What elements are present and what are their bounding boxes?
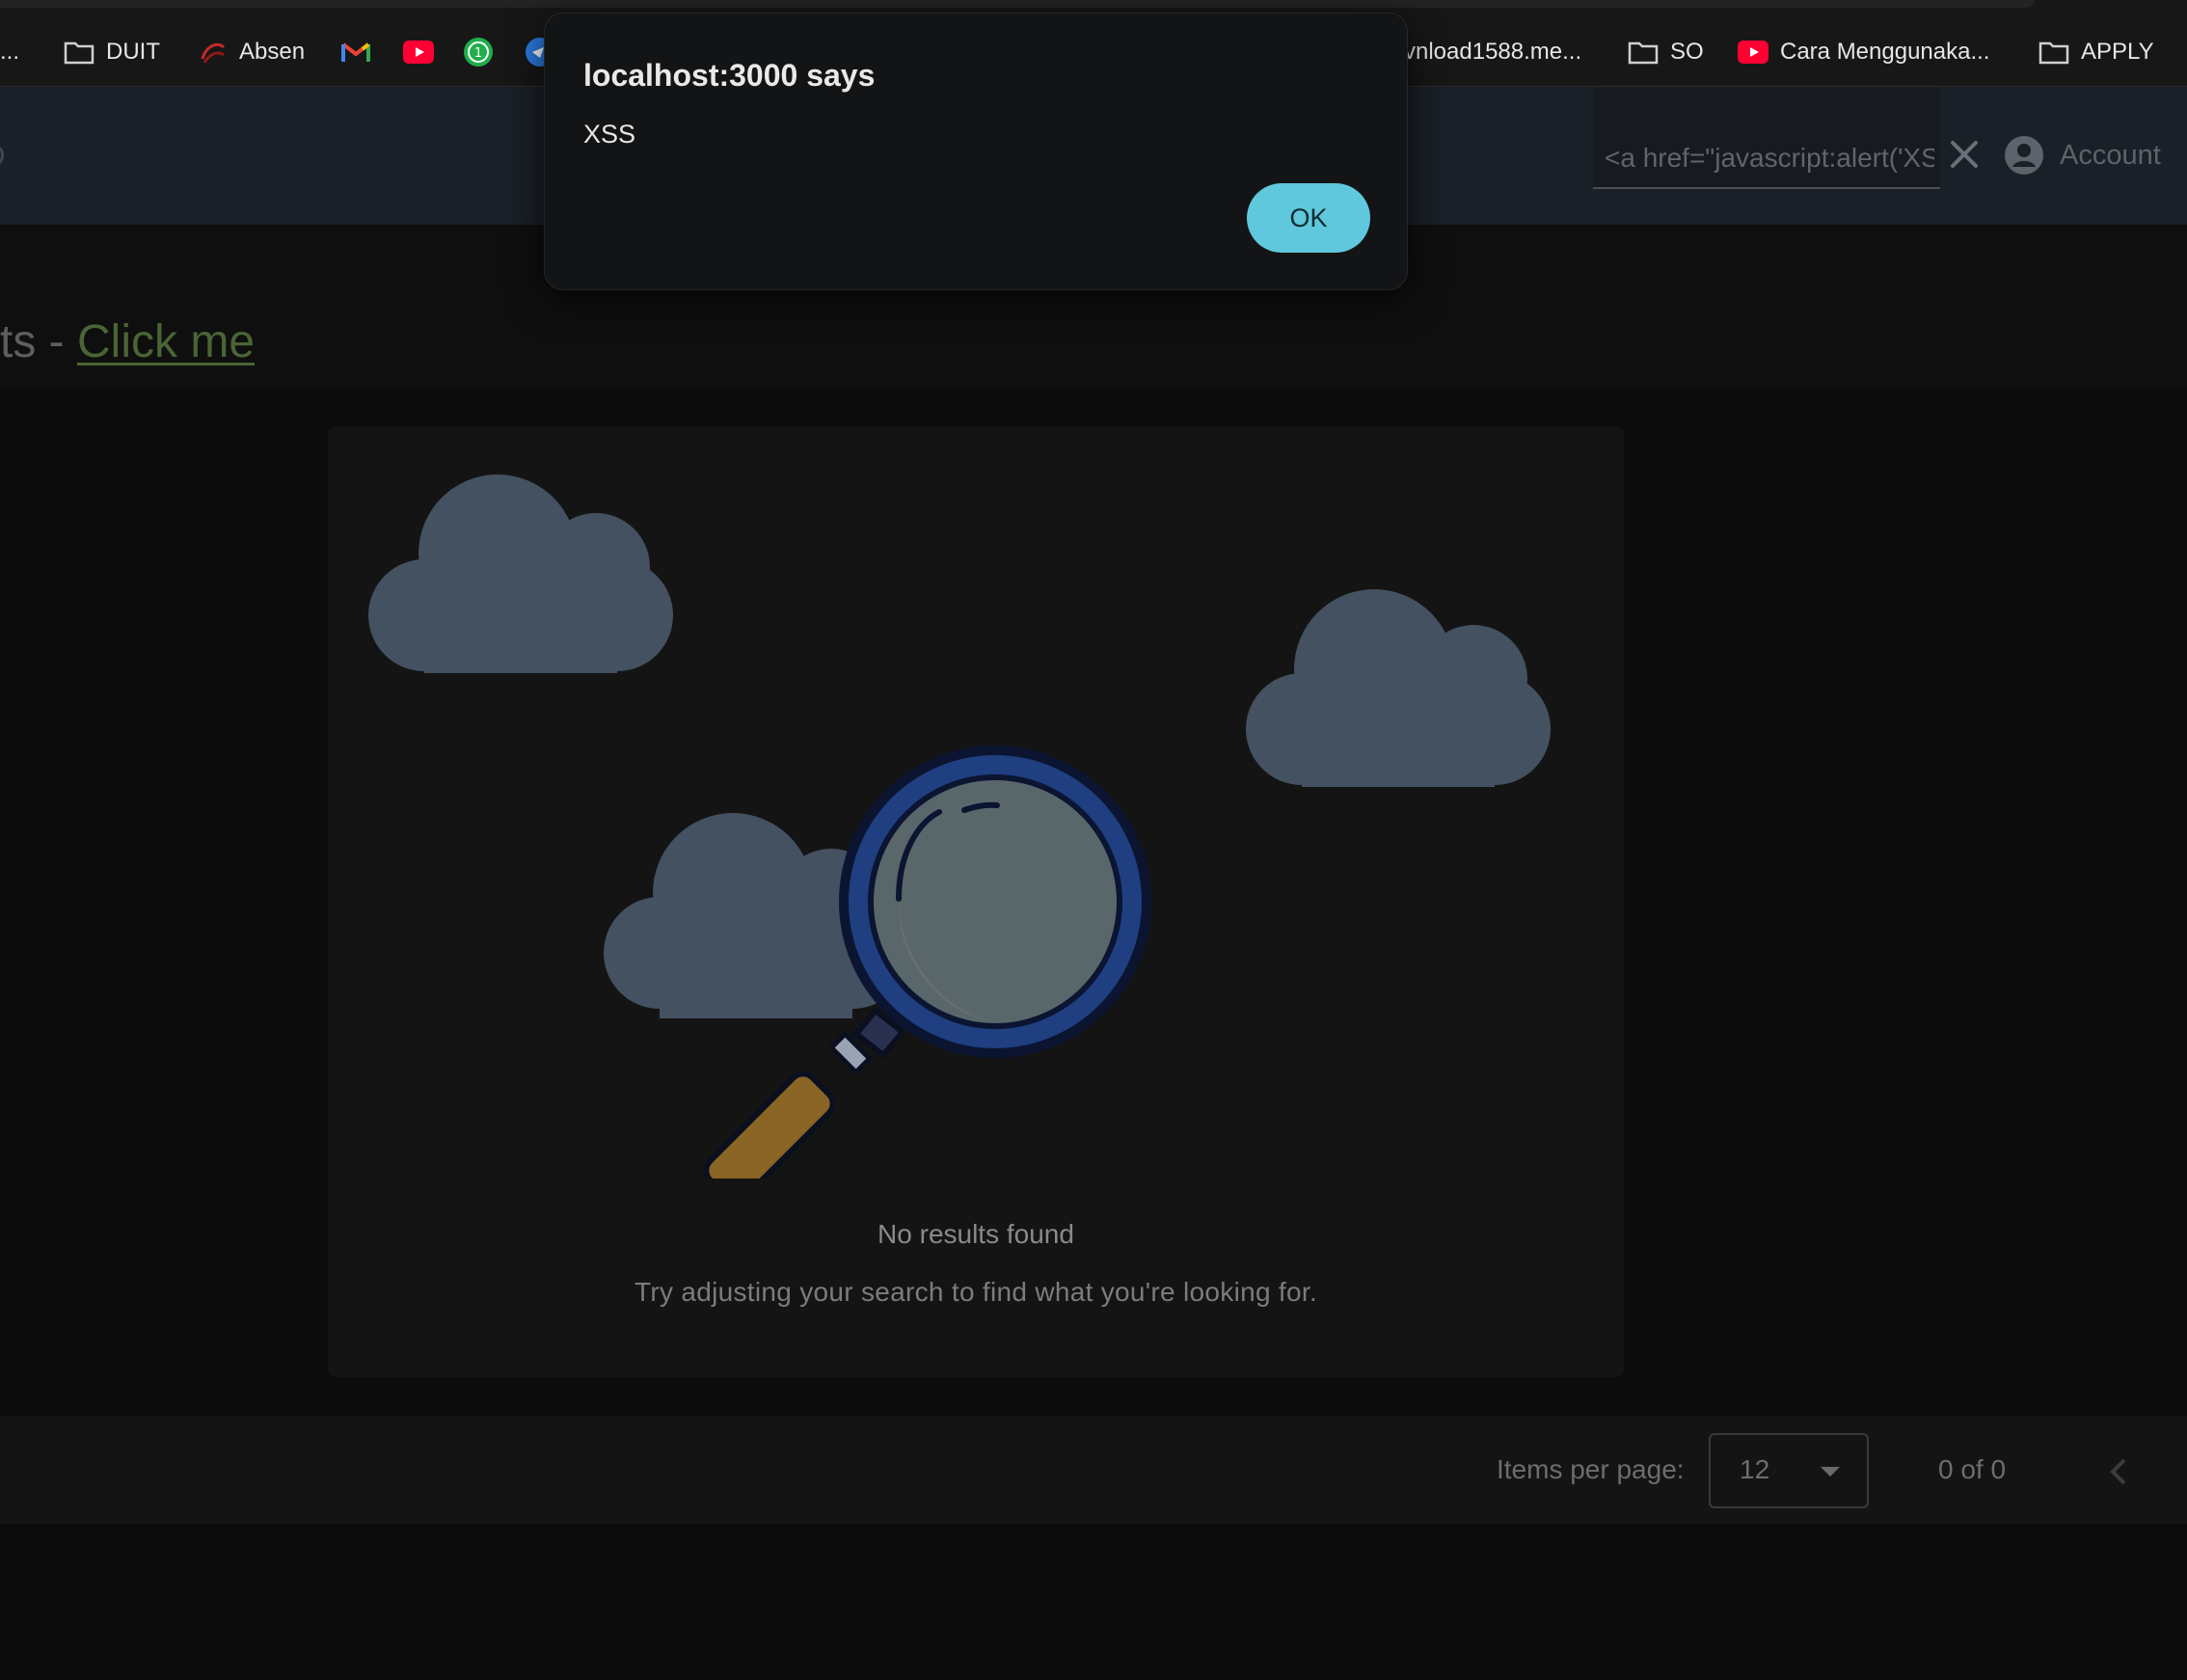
bookmark-youtube[interactable]: [403, 34, 434, 70]
folder-icon: [1628, 41, 1659, 65]
empty-state-title: No results found: [878, 1219, 1074, 1249]
cloud-icon: [1246, 589, 1551, 787]
folder-icon: [2038, 41, 2069, 65]
account-circle-icon: [2005, 136, 2043, 175]
bookmark-gmail[interactable]: [341, 34, 370, 70]
alert-ok-button[interactable]: OK: [1247, 183, 1370, 253]
page-heading-prefix: ts -: [0, 316, 77, 367]
page-heading: ts - Click me: [0, 315, 255, 373]
empty-state-subtitle: Try adjusting your search to find what y…: [634, 1277, 1318, 1307]
account-label: Account: [2060, 139, 2161, 171]
bookmark-label: Cara Menggunaka...: [1780, 39, 1990, 65]
search-input[interactable]: [1605, 139, 1934, 177]
youtube-icon: [403, 41, 434, 64]
previous-page-button[interactable]: [2102, 1452, 2135, 1491]
bookmark-so[interactable]: SO: [1628, 34, 1704, 70]
bookmark-label: APPLY: [2081, 39, 2154, 65]
tab-strip-edge: [0, 0, 2035, 8]
page-size-select[interactable]: 12: [1709, 1433, 1869, 1508]
bookmark-absen[interactable]: Absen: [199, 34, 305, 70]
chevron-down-icon: [1821, 1467, 1840, 1477]
absen-logo-icon: [201, 42, 226, 64]
bookmark-label: DUIT: [106, 39, 160, 65]
bookmark-cara-menggunakan[interactable]: Cara Menggunaka...: [1738, 34, 1989, 70]
clear-search-button[interactable]: [1948, 138, 1981, 171]
bookmark-label: SO: [1670, 39, 1704, 65]
bookmark-whatsapp[interactable]: 1: [463, 34, 494, 70]
cloud-icon: [368, 474, 673, 673]
empty-state-illustration: [368, 474, 1551, 1179]
youtube-icon: [1738, 41, 1768, 64]
alert-dialog: localhost:3000 says XSS OK: [544, 13, 1408, 290]
bookmark-telegram[interactable]: [525, 34, 546, 70]
page-range-label: 0 of 0: [1938, 1454, 2007, 1484]
alert-title: localhost:3000 says: [583, 58, 876, 93]
gmail-icon: [341, 42, 370, 62]
bookmark-apply[interactable]: APPLY: [2038, 34, 2154, 70]
folder-icon: [64, 41, 94, 65]
bookmark-overflow[interactable]: ...: [0, 34, 19, 70]
alert-message: XSS: [583, 120, 636, 149]
bookmark-download[interactable]: vnload1588.me...: [1404, 34, 1581, 70]
bookmark-label: Absen: [239, 39, 306, 65]
close-icon: [1951, 141, 1978, 168]
page-bottom: [0, 1524, 2187, 1680]
chevron-left-icon: [2110, 1458, 2126, 1485]
search-box: [1593, 87, 1940, 189]
whatsapp-icon: 1: [464, 38, 493, 67]
page-size-value: 12: [1740, 1454, 1770, 1484]
bookmark-overflow-label: ...: [0, 39, 20, 65]
account-button[interactable]: Account: [2004, 133, 2161, 177]
injected-link[interactable]: Click me: [77, 316, 255, 367]
svg-text:1: 1: [474, 46, 482, 61]
telegram-icon: [526, 38, 546, 67]
bookmark-label: vnload1588.me...: [1404, 39, 1582, 65]
items-per-page-label: Items per page:: [1497, 1454, 1685, 1484]
bookmark-duit[interactable]: DUIT: [64, 34, 160, 70]
